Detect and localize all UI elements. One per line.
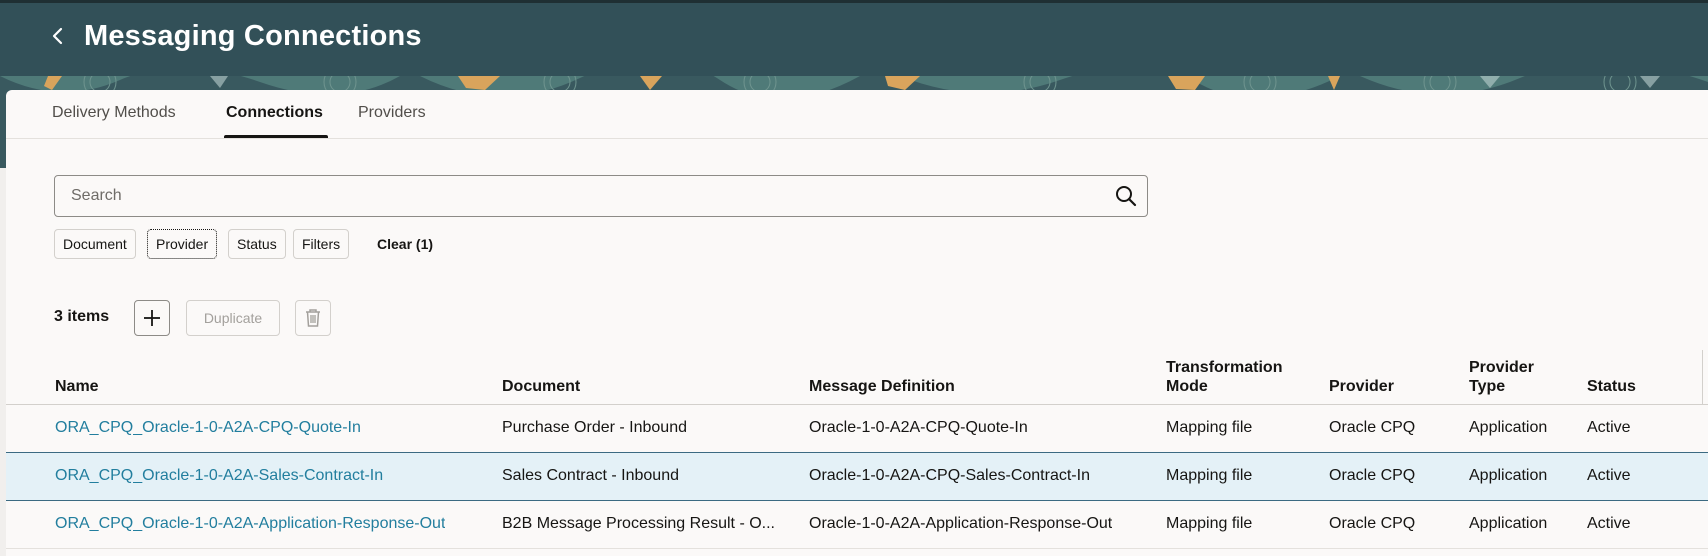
main-panel: Delivery Methods Connections Providers D… xyxy=(6,90,1708,556)
clear-filters-link[interactable]: Clear (1) xyxy=(377,236,433,252)
cell-provider: Oracle CPQ xyxy=(1329,467,1416,484)
cell-provider-type: Application xyxy=(1469,515,1548,532)
tab-selected-indicator xyxy=(224,135,328,138)
cell-provider: Oracle CPQ xyxy=(1329,515,1416,532)
plus-icon xyxy=(144,310,160,326)
page-title: Messaging Connections xyxy=(84,20,422,52)
delete-button[interactable] xyxy=(295,300,331,336)
column-header-status[interactable]: Status xyxy=(1587,377,1636,396)
column-header-message-definition[interactable]: Message Definition xyxy=(809,377,955,396)
tab-bar: Delivery Methods Connections Providers xyxy=(6,90,1708,139)
back-button[interactable] xyxy=(48,26,68,46)
cell-transformation-mode: Mapping file xyxy=(1166,467,1253,484)
cell-transformation-mode: Mapping file xyxy=(1166,515,1253,532)
column-header-name[interactable]: Name xyxy=(55,377,99,396)
cell-document: Purchase Order - Inbound xyxy=(502,419,687,436)
cell-status: Active xyxy=(1587,467,1631,484)
filter-chip-filters[interactable]: Filters xyxy=(293,229,350,259)
trash-icon xyxy=(306,309,320,327)
table-row[interactable]: ORA_CPQ_Oracle-1-0-A2A-CPQ-Quote-In Purc… xyxy=(6,405,1708,453)
column-divider xyxy=(1702,350,1703,404)
cell-message-definition: Oracle-1-0-A2A-Application-Response-Out xyxy=(809,515,1113,532)
table-row[interactable]: ORA_CPQ_Oracle-1-0-A2A-Sales-Contract-In… xyxy=(6,452,1708,501)
tab-providers[interactable]: Providers xyxy=(358,104,426,122)
column-header-transformation-mode[interactable]: Transformation Mode xyxy=(1166,358,1296,396)
connections-table: Name Document Message Definition Transfo… xyxy=(6,350,1708,549)
filter-chip-provider[interactable]: Provider xyxy=(147,229,218,259)
tab-connections[interactable]: Connections xyxy=(226,104,323,122)
column-header-provider-type[interactable]: Provider Type xyxy=(1469,358,1549,396)
cell-transformation-mode: Mapping file xyxy=(1166,419,1253,436)
chevron-left-icon xyxy=(52,27,63,45)
duplicate-button[interactable]: Duplicate xyxy=(186,300,280,336)
cell-message-definition: Oracle-1-0-A2A-CPQ-Sales-Contract-In xyxy=(809,467,1090,484)
connection-name-link[interactable]: ORA_CPQ_Oracle-1-0-A2A-Application-Respo… xyxy=(55,515,445,533)
cell-status: Active xyxy=(1587,419,1631,436)
connection-name-link[interactable]: ORA_CPQ_Oracle-1-0-A2A-Sales-Contract-In xyxy=(55,467,383,485)
column-header-provider[interactable]: Provider xyxy=(1329,377,1394,396)
cell-document: B2B Message Processing Result - O... xyxy=(502,515,775,532)
cell-document: Sales Contract - Inbound xyxy=(502,467,679,484)
cell-provider: Oracle CPQ xyxy=(1329,419,1416,436)
table-row[interactable]: ORA_CPQ_Oracle-1-0-A2A-Application-Respo… xyxy=(6,501,1708,549)
cell-provider-type: Application xyxy=(1469,467,1548,484)
cell-message-definition: Oracle-1-0-A2A-CPQ-Quote-In xyxy=(809,419,1028,436)
filter-chip-status[interactable]: Status xyxy=(228,229,286,259)
add-button[interactable] xyxy=(134,300,170,336)
top-border xyxy=(0,0,1708,3)
search-input[interactable] xyxy=(55,176,1095,216)
column-header-document[interactable]: Document xyxy=(502,377,580,396)
connection-name-link[interactable]: ORA_CPQ_Oracle-1-0-A2A-CPQ-Quote-In xyxy=(55,419,361,437)
search-icon[interactable] xyxy=(1115,185,1137,207)
table-header: Name Document Message Definition Transfo… xyxy=(6,350,1708,405)
tab-delivery-methods[interactable]: Delivery Methods xyxy=(52,104,176,122)
search-box xyxy=(54,175,1148,217)
filter-chip-document[interactable]: Document xyxy=(54,229,136,259)
cell-status: Active xyxy=(1587,515,1631,532)
cell-provider-type: Application xyxy=(1469,419,1548,436)
items-count: 3 items xyxy=(54,308,110,325)
